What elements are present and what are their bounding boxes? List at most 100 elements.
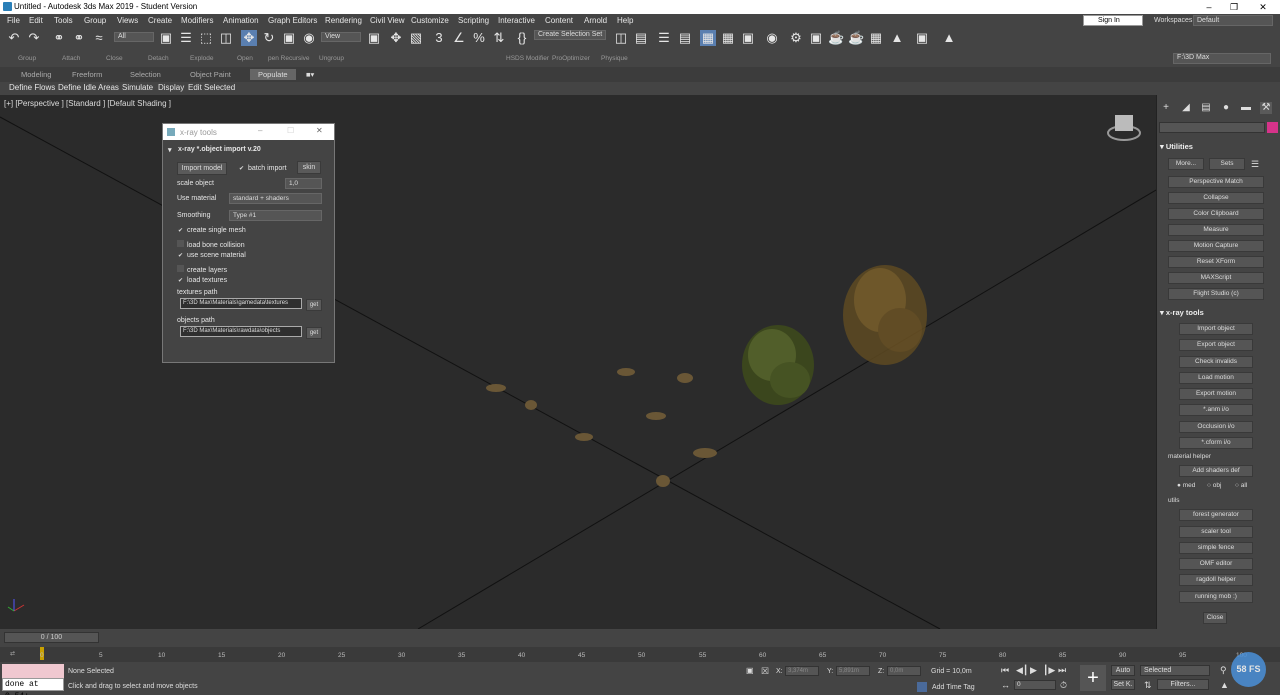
import-model-button[interactable]: Import model xyxy=(177,162,227,175)
layer-explorer-icon[interactable]: ▤ xyxy=(677,30,693,46)
rectangular-selection-icon[interactable]: ⬚ xyxy=(198,30,214,46)
link-icon[interactable]: ⚭ xyxy=(51,30,67,46)
undo-icon[interactable]: ↶ xyxy=(6,30,22,46)
menu-views[interactable]: Views xyxy=(117,16,138,25)
maxscript-button[interactable]: MAXScript xyxy=(1168,272,1264,284)
go-to-end-icon[interactable]: ⏭ xyxy=(1058,665,1066,676)
textures-path-field[interactable]: F:\3D Max\Materials\gamedata\textures xyxy=(180,298,302,309)
menu-scripting[interactable]: Scripting xyxy=(458,16,489,25)
reset-xform-button[interactable]: Reset XForm xyxy=(1168,256,1264,268)
menu-create[interactable]: Create xyxy=(148,16,172,25)
define-idle-areas-button[interactable]: Define Idle Areas xyxy=(58,83,119,92)
object-color-swatch[interactable] xyxy=(1267,122,1278,133)
color-clipboard-button[interactable]: Color Clipboard xyxy=(1168,208,1264,220)
display-button[interactable]: Display xyxy=(158,83,184,92)
close-icon[interactable]: ✕ xyxy=(1252,1,1274,13)
ragdoll-helper-button[interactable]: ragdoll helper xyxy=(1179,574,1253,586)
edit-named-selection-icon[interactable]: {} xyxy=(514,30,530,46)
import-object-button[interactable]: Import object xyxy=(1179,323,1253,335)
hierarchy-tab-icon[interactable]: ▤ xyxy=(1200,102,1212,114)
utilities-rollout-header[interactable]: ▾ Utilities xyxy=(1160,142,1275,154)
y-coordinate-field[interactable]: 5,891m xyxy=(836,666,870,676)
mirror-icon[interactable]: ◫ xyxy=(613,30,629,46)
reference-coordinate-select[interactable]: View xyxy=(321,32,361,42)
object-name-field[interactable] xyxy=(1159,122,1265,133)
menu-tools[interactable]: Tools xyxy=(54,16,73,25)
arnold-render-icon[interactable]: ▦ xyxy=(868,30,884,46)
pin-icon[interactable]: ▲ xyxy=(941,30,957,46)
key-filters-button[interactable]: Filters... xyxy=(1157,679,1209,690)
ungroup-tool[interactable]: Ungroup xyxy=(319,55,344,62)
measure-button[interactable]: Measure xyxy=(1168,224,1264,236)
tab-object-paint[interactable]: Object Paint xyxy=(190,70,231,79)
close-button[interactable]: Close xyxy=(1203,612,1227,624)
menu-group[interactable]: Group xyxy=(84,16,106,25)
select-by-name-icon[interactable]: ☰ xyxy=(178,30,194,46)
motion-capture-button[interactable]: Motion Capture xyxy=(1168,240,1264,252)
select-object-icon[interactable]: ▣ xyxy=(158,30,174,46)
rotate-icon[interactable]: ↻ xyxy=(261,30,277,46)
batch-import-checkbox[interactable]: ✔ batch import xyxy=(238,165,287,173)
menu-edit[interactable]: Edit xyxy=(29,16,43,25)
sets-button[interactable]: Sets xyxy=(1209,158,1245,170)
get-textures-button[interactable]: get xyxy=(306,299,322,311)
physique-tool[interactable]: Physique xyxy=(601,55,628,62)
time-slider[interactable]: 0 / 100 xyxy=(4,632,99,643)
scale-object-spinner[interactable]: 1,0 xyxy=(285,178,322,189)
menu-arnold[interactable]: Arnold xyxy=(584,16,607,25)
ribbon-options-icon[interactable]: ■▾ xyxy=(306,70,314,79)
pivot-center-icon[interactable]: ▣ xyxy=(366,30,382,46)
dialog-close-icon[interactable]: ✕ xyxy=(316,126,323,135)
scaler-tool-button[interactable]: scaler tool xyxy=(1179,526,1253,538)
render-setup-icon[interactable]: ⚙ xyxy=(788,30,804,46)
simulate-button[interactable]: Simulate xyxy=(122,83,153,92)
display-tab-icon[interactable]: ▬ xyxy=(1240,102,1252,114)
snaps-toggle-icon[interactable]: 3 xyxy=(431,30,447,46)
time-tag-icon[interactable] xyxy=(917,682,927,692)
tab-freeform[interactable]: Freeform xyxy=(72,70,102,79)
occlusion-io-button[interactable]: Occlusion i/o xyxy=(1179,421,1253,433)
menu-file[interactable]: File xyxy=(7,16,20,25)
tab-populate[interactable]: Populate xyxy=(250,69,296,80)
simple-fence-button[interactable]: simple fence xyxy=(1179,542,1253,554)
rollout-collapse-icon[interactable]: ▾ xyxy=(168,146,172,154)
keyboard-shortcut-icon[interactable]: ▧ xyxy=(408,30,424,46)
next-frame-icon[interactable]: ┃▶ xyxy=(1043,665,1055,676)
define-flows-button[interactable]: Define Flows xyxy=(9,83,55,92)
material-editor-icon[interactable]: ◉ xyxy=(764,30,780,46)
maxscript-listener-top[interactable] xyxy=(2,664,64,678)
cform-io-button[interactable]: *.cform i/o xyxy=(1179,437,1253,449)
minimize-icon[interactable]: – xyxy=(1198,1,1220,13)
current-frame-field[interactable]: 0 xyxy=(1014,680,1056,690)
close-tool[interactable]: Close xyxy=(106,55,123,62)
arnold-pin-icon[interactable]: ▲ xyxy=(889,30,905,46)
align-icon[interactable]: ▤ xyxy=(633,30,649,46)
workspaces-select[interactable]: Default xyxy=(1193,15,1273,26)
rendered-frame-window-icon[interactable]: ▣ xyxy=(808,30,824,46)
utilities-tab-icon[interactable]: ⚒ xyxy=(1260,102,1272,114)
previous-frame-icon[interactable]: ◀┃ xyxy=(1016,665,1028,676)
move-icon[interactable]: ✥ xyxy=(241,30,257,46)
more-button[interactable]: More... xyxy=(1168,158,1204,170)
add-shaders-def-button[interactable]: Add shaders def xyxy=(1179,465,1253,477)
track-bar[interactable]: ⇄ 0 5 10 15 20 25 30 35 40 45 50 55 60 6… xyxy=(0,647,1280,662)
detach-tool[interactable]: Detach xyxy=(148,55,169,62)
ribbon-toggle-icon[interactable]: ▦ xyxy=(700,30,716,46)
explode-tool[interactable]: Explode xyxy=(190,55,214,62)
open-mini-curve-editor-icon[interactable]: ⇄ xyxy=(10,650,15,657)
key-mode-icon[interactable]: ↔ xyxy=(1001,680,1010,690)
modify-tab-icon[interactable]: ◢ xyxy=(1180,102,1192,114)
omf-editor-button[interactable]: OMF editor xyxy=(1179,558,1253,570)
create-single-mesh-checkbox[interactable]: ✔ create single mesh xyxy=(177,227,246,235)
xray-rollout-header[interactable]: ▾ x-ray tools xyxy=(1160,308,1275,320)
create-layers-checkbox[interactable]: create layers xyxy=(177,265,227,274)
radio-obj[interactable]: ○ obj xyxy=(1207,482,1221,489)
isolate-selection-icon[interactable]: ▣ xyxy=(746,666,754,675)
z-coordinate-field[interactable]: 0,0m xyxy=(887,666,921,676)
absolute-mode-icon[interactable]: ☒ xyxy=(761,666,769,677)
curve-editor-icon[interactable]: ▦ xyxy=(720,30,736,46)
play-icon[interactable]: ▶ xyxy=(1030,665,1037,676)
running-mob-button[interactable]: running mob :) xyxy=(1179,591,1253,603)
load-motion-button[interactable]: Load motion xyxy=(1179,372,1253,384)
anm-io-button[interactable]: *.anm i/o xyxy=(1179,404,1253,416)
